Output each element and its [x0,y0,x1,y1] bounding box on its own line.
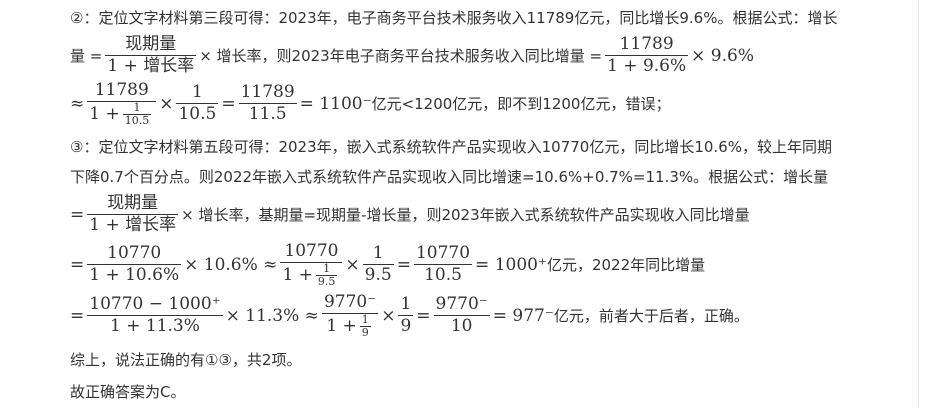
fraction-denominator: 1 + 1 10.5 [87,102,156,127]
formula-line-estimate-3a: = 10770 1 + 10.6% × 10.6% ≈ 10770 1 + 1 … [70,241,705,288]
formula-mid: × 11.3% ≈ [225,305,319,326]
fraction-current-over-rate: 现期量 1 + 增长率 [87,193,179,236]
fraction-10770: 10770 1 + 10.6% [87,243,182,286]
fraction-9770-nested: 9770⁻ 1 + 1 9 [321,292,379,339]
fraction-9770-over-10: 9770⁻ 10 [433,294,490,337]
fraction-denominator: 9 [361,326,369,339]
fraction-denominator: 1 + 增长率 [107,56,195,76]
fraction-denominator: 10 [450,316,473,336]
fraction-1-over-10-5: 1 10.5 [176,82,219,125]
fraction-denominator: 10.5 [424,265,462,285]
nested-fraction: 1 10.5 [122,102,152,127]
formula-text: × 增长率，则2023年电子商务平台技术服务收入同比增量 = [199,46,603,65]
formula-mid: × 10.6% ≈ [184,254,278,275]
fraction-10770-over-10-5: 10770 10.5 [413,243,473,286]
equals-sign: = [221,93,236,114]
paragraph-3-continued: 下降0.7个百分点。则2022年嵌入式系统软件产品实现收入同比增速=10.6%+… [70,168,829,186]
denominator-lead: 1 + [89,104,120,124]
times-sign: × [381,305,396,326]
fraction-denominator: 1 + 10.6% [89,265,180,285]
fraction-11789: 11789 1 + 9.6% [605,34,689,77]
fraction-denominator: 1 + 1 9.5 [280,263,342,288]
fraction-numerator: 10770 [280,241,343,263]
formula-line-estimate-3b: = 10770 − 1000⁺ 1 + 11.3% × 11.3% ≈ 9770… [70,292,749,339]
fraction-denominator: 1 + 9.6% [607,56,687,76]
fraction-10770-nested: 10770 1 + 1 9.5 [280,241,343,288]
fraction-denominator: 1 + 11.3% [110,316,200,336]
formula-lead: = [70,305,85,326]
times-sign: × [345,254,360,275]
fraction-numerator: 11789 [238,82,297,104]
fraction-numerator: 10770 [413,243,473,265]
fraction-numerator: 11789 [605,34,689,56]
denominator-lead: 1 + [282,265,313,285]
formula-text: × 增长率，基期量=现期量-增长量，则2023年嵌入式系统软件产品实现收入同比增… [181,205,750,224]
result-text: 亿元，2022年同比增量 [546,255,706,274]
scrollbar-track[interactable] [918,0,949,408]
result-value: = 1100⁻ [299,93,372,114]
fraction-numerator: 11789 [87,80,157,102]
fraction-numerator: 1 [176,82,219,104]
fraction-11789-over-11-5: 11789 11.5 [238,82,297,125]
formula-lead: 量 = [70,46,103,65]
fraction-base-over-rate: 10770 − 1000⁺ 1 + 11.3% [87,294,223,337]
fraction-numerator: 现期量 [87,193,179,215]
fraction-denominator: 1 + 1 9 [322,314,378,339]
fraction-denominator: 1 + 增长率 [89,215,177,235]
result-text: 亿元<1200亿元，即不到1200亿元，错误； [371,94,671,113]
summary-line: 综上，说法正确的有①③，共2项。 [70,351,302,369]
fraction-denominator: 9.5 [364,265,392,285]
fraction-denominator: 10.5 [178,104,217,124]
fraction-denominator: 11.5 [248,104,287,124]
nested-fraction: 1 9 [359,314,371,339]
fraction-numerator: 10770 [87,243,182,265]
solution-document: ②：定位文字材料第三段可得：2023年，电子商务平台技术服务收入11789亿元，… [0,0,919,408]
fraction-1-over-9-5: 1 9.5 [362,243,394,286]
formula-line-growth-3: = 现期量 1 + 增长率 × 增长率，基期量=现期量-增长量，则2023年嵌入… [70,193,750,236]
paragraph-2-intro: ②：定位文字材料第三段可得：2023年，电子商务平台技术服务收入11789亿元，… [70,9,838,27]
fraction-numerator: 9770⁻ [433,294,490,316]
fraction-11789-nested: 11789 1 + 1 10.5 [87,80,157,127]
times-sign: × [159,93,174,114]
fraction-numerator: 现期量 [105,34,197,56]
result-text: 亿元，前者大于后者，正确。 [553,306,749,325]
equals-sign: = [416,305,431,326]
fraction-denominator: 9 [400,316,412,336]
formula-tail: × 9.6% [691,45,754,66]
formula-lead: = [70,204,85,225]
result-value: = 977⁻ [492,305,554,326]
denominator-lead: 1 + [326,316,357,336]
fraction-denominator: 10.5 [124,114,150,127]
formula-line-growth-2: 量 = 现期量 1 + 增长率 × 增长率，则2023年电子商务平台技术服务收入… [70,34,754,77]
fraction-numerator: 10770 − 1000⁺ [87,294,223,316]
fraction-denominator: 9.5 [317,275,336,288]
fraction-numerator: 1 [398,294,414,316]
fraction-numerator: 1 [362,243,394,265]
paragraph-3-intro: ③：定位文字材料第五段可得：2023年，嵌入式系统软件产品实现收入10770亿元… [70,138,832,156]
formula-lead: = [70,254,85,275]
answer-line: 故正确答案为C。 [70,383,186,401]
nested-fraction: 1 9.5 [315,263,338,288]
approx-sign: ≈ [70,93,85,114]
formula-line-estimate-2: ≈ 11789 1 + 1 10.5 × 1 10.5 = 11789 11.5… [70,80,670,127]
fraction-numerator: 9770⁻ [321,292,379,314]
fraction-1-over-9: 1 9 [398,294,414,337]
fraction-current-over-rate: 现期量 1 + 增长率 [105,34,197,77]
result-value: = 1000⁺ [475,254,547,275]
equals-sign: = [396,254,411,275]
